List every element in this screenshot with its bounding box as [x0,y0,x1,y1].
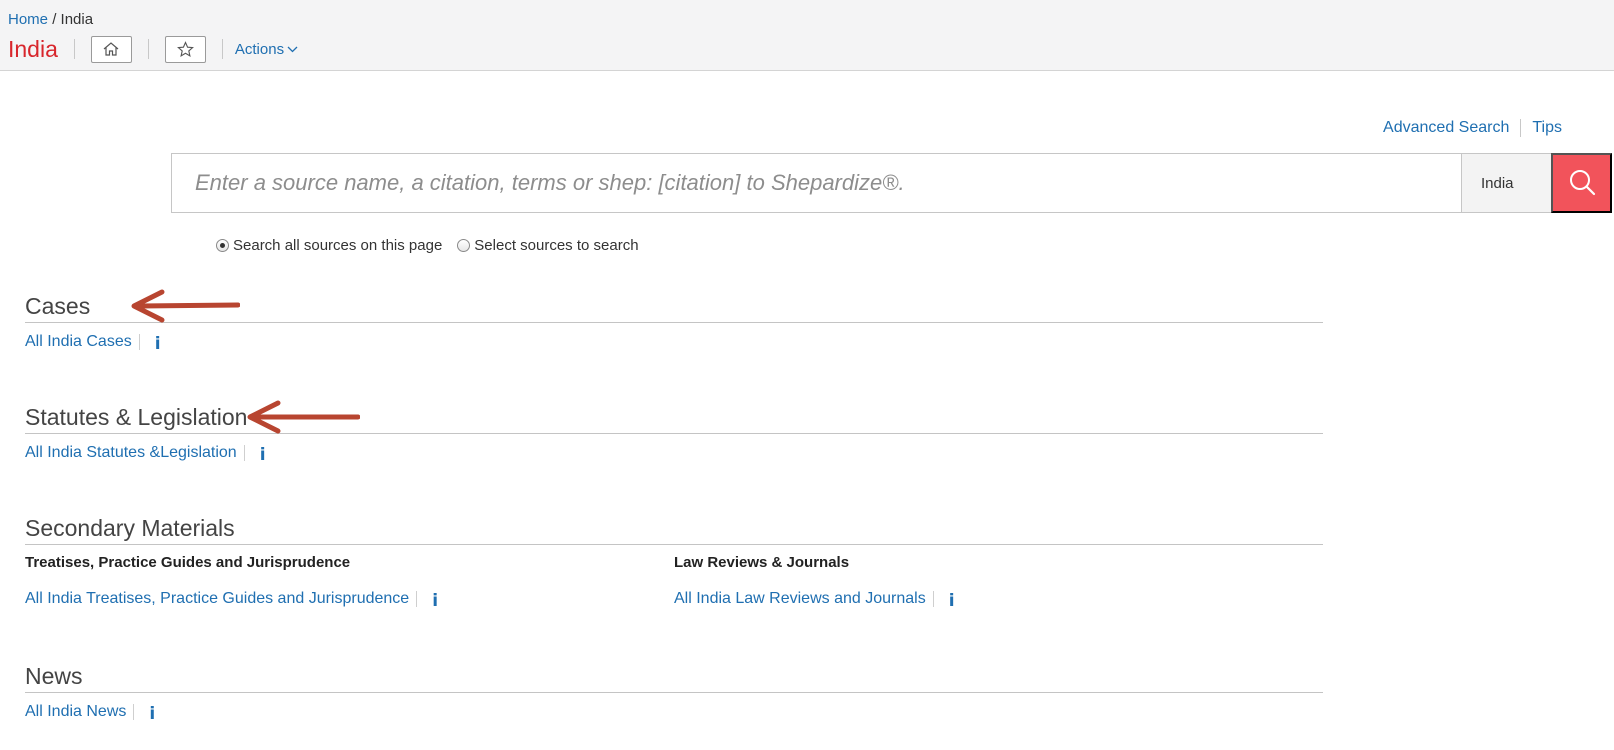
home-button[interactable] [90,35,132,63]
title-row: India Actions [8,34,298,64]
divider [138,334,140,350]
subcategory-treatises: Treatises, Practice Guides and Jurisprud… [25,545,674,611]
option-select-sources-label: Select sources to search [474,237,639,254]
chevron-down-icon [287,46,298,52]
actions-menu[interactable]: Actions [235,41,298,58]
info-icon[interactable]: i [260,445,266,465]
star-icon [176,40,194,57]
all-india-cases-link[interactable]: All India Cases [25,333,132,351]
annotation-arrow-icon [247,400,360,434]
section-news: News All India News i [25,659,1323,724]
section-heading: News [25,659,1323,693]
breadcrumb-separator: / [52,11,57,28]
search-scope[interactable]: India [1461,154,1551,212]
section-statutes: Statutes & Legislation All India Statute… [25,400,1323,465]
radio-select-sources[interactable] [457,239,471,252]
search-input[interactable] [172,154,1461,212]
info-icon[interactable]: i [155,334,161,354]
tips-link[interactable]: Tips [1532,119,1562,137]
subcategory-heading: Law Reviews & Journals [674,554,850,571]
option-all-sources[interactable]: Search all sources on this page [216,237,442,254]
link-row: All India Law Reviews and Journals i [674,589,1323,611]
page-title: India [8,35,58,62]
option-all-sources-label: Search all sources on this page [233,237,443,254]
link-row: All India News i [25,702,1323,724]
search-options: Search all sources on this page Select s… [216,237,654,254]
divider [73,39,75,59]
link-row: All India Cases i [25,332,1323,354]
search-button[interactable] [1551,153,1612,213]
annotation-arrow-icon [131,289,240,323]
divider [1520,119,1522,137]
all-india-treatises-link[interactable]: All India Treatises, Practice Guides and… [25,590,409,608]
search-box: India [171,153,1612,213]
section-secondary-materials: Secondary Materials Treatises, Practice … [25,511,1323,611]
info-icon[interactable]: i [949,591,955,611]
radio-all-sources[interactable] [216,239,229,252]
divider [133,704,135,720]
search-scope-label: India [1481,174,1514,192]
search-icon [1569,170,1595,196]
home-icon [103,42,119,56]
info-icon[interactable]: i [149,704,155,724]
all-india-statutes-link[interactable]: All India Statutes &Legislation [25,444,237,462]
option-select-sources[interactable]: Select sources to search [457,237,639,254]
advanced-search-link[interactable]: Advanced Search [1383,119,1509,137]
divider [932,591,934,607]
info-icon[interactable]: i [432,591,438,611]
breadcrumb: Home / India [8,11,93,28]
all-india-news-link[interactable]: All India News [25,703,126,721]
section-heading: Statutes & Legislation [25,400,1323,434]
divider [221,39,223,59]
subcategory-columns: Treatises, Practice Guides and Jurisprud… [25,545,1323,611]
divider [243,445,245,461]
breadcrumb-current: India [60,11,94,28]
subcategory-law-reviews: Law Reviews & Journals All India Law Rev… [674,545,1323,611]
divider [416,591,418,607]
all-india-law-reviews-link[interactable]: All India Law Reviews and Journals [674,590,926,608]
search-help-links: Advanced Search Tips [1383,119,1562,137]
top-bar: Home / India India Actions [0,0,1614,71]
section-heading: Secondary Materials [25,511,1323,545]
favorite-button[interactable] [164,35,206,63]
subcategory-heading: Treatises, Practice Guides and Jurisprud… [25,554,351,571]
link-row: All India Treatises, Practice Guides and… [25,589,674,611]
divider [147,39,149,59]
actions-label: Actions [234,40,285,58]
link-row: All India Statutes &Legislation i [25,443,1323,465]
breadcrumb-home-link[interactable]: Home [8,11,48,28]
